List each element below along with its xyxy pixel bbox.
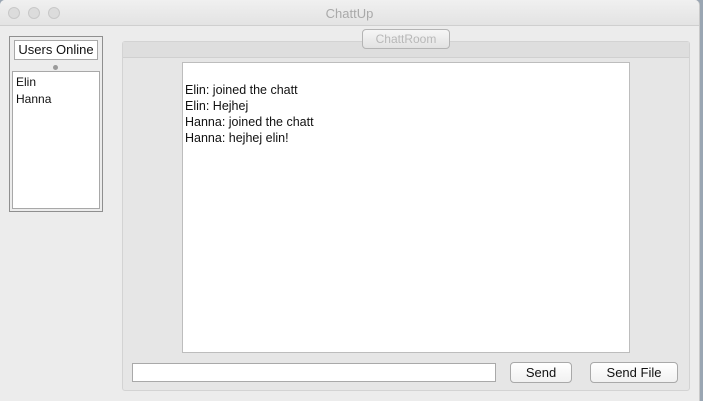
title-bar: ChattUp <box>0 0 699 26</box>
users-online-list[interactable]: Elin Hanna <box>12 71 100 209</box>
chat-message-area[interactable]: Elin: joined the chatt Elin: Hejhej Hann… <box>182 62 630 353</box>
chat-message: Hanna: joined the chatt <box>185 115 314 129</box>
list-item[interactable]: Elin <box>16 74 99 91</box>
list-item[interactable]: Hanna <box>16 91 99 108</box>
chat-message: Hanna: hejhej elin! <box>185 131 289 145</box>
users-online-panel: Users Online Elin Hanna <box>9 36 103 212</box>
message-input[interactable] <box>132 363 496 382</box>
users-online-header: Users Online <box>14 40 98 60</box>
window-title: ChattUp <box>325 6 374 21</box>
split-divider-handle[interactable] <box>53 65 58 70</box>
send-file-button[interactable]: Send File <box>590 362 678 383</box>
app-window: ChattUp Users Online Elin Hanna ChattRoo… <box>0 0 700 401</box>
tab-chattroom[interactable]: ChattRoom <box>362 29 450 49</box>
chat-message: Elin: Hejhej <box>185 99 249 113</box>
send-button[interactable]: Send <box>510 362 572 383</box>
chat-message: Elin: joined the chatt <box>185 83 298 97</box>
